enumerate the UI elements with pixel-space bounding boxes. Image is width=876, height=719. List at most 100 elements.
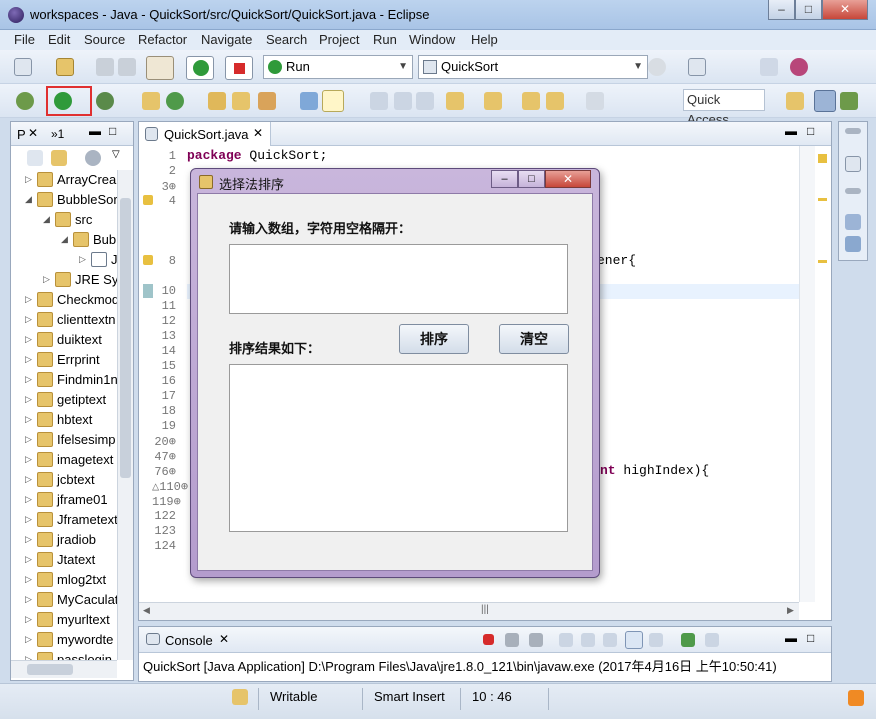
- show-whitespace-icon[interactable]: [394, 92, 412, 110]
- debug-bug-icon[interactable]: [16, 92, 34, 110]
- view-menu-icon[interactable]: [85, 150, 101, 166]
- close-icon[interactable]: ✕: [28, 126, 38, 140]
- menu-refactor[interactable]: Refactor: [138, 32, 187, 47]
- chevron-down-icon[interactable]: ▽: [112, 149, 120, 160]
- expand-arrow-icon[interactable]: ▷: [25, 374, 32, 385]
- link-editor-icon[interactable]: [51, 150, 67, 166]
- status-icon[interactable]: [232, 689, 248, 705]
- overflow-tab[interactable]: »1: [51, 127, 64, 141]
- editor-tab-quicksort[interactable]: QuickSort.java ✕: [139, 122, 271, 146]
- open-type-icon[interactable]: [208, 92, 226, 110]
- debug-perspective-icon[interactable]: [840, 92, 858, 110]
- menu-navigate[interactable]: Navigate: [201, 32, 252, 47]
- open-console-icon[interactable]: [681, 633, 695, 647]
- collapse-all-icon[interactable]: [27, 150, 43, 166]
- maximize-view-icon[interactable]: □: [807, 631, 814, 645]
- pin-icon[interactable]: [760, 58, 778, 76]
- menu-run[interactable]: Run: [373, 32, 397, 47]
- expand-arrow-icon[interactable]: ▷: [25, 314, 32, 325]
- rss-feed-icon[interactable]: [848, 690, 864, 706]
- paragraph-icon[interactable]: [416, 92, 434, 110]
- expand-arrow-icon[interactable]: ◢: [25, 194, 32, 205]
- quick-access-field[interactable]: Quick Access: [683, 89, 765, 127]
- expand-arrow-icon[interactable]: ◢: [43, 214, 50, 225]
- expand-arrow-icon[interactable]: ▷: [25, 174, 32, 185]
- console-menu-icon[interactable]: [705, 633, 719, 647]
- console-icon[interactable]: [688, 58, 706, 76]
- expand-arrow-icon[interactable]: ▷: [25, 554, 32, 565]
- open-perspective-icon[interactable]: [786, 92, 804, 110]
- highlight-pen-icon[interactable]: [322, 90, 344, 112]
- close-button[interactable]: ✕: [822, 0, 868, 20]
- new-java-package-icon[interactable]: [142, 92, 160, 110]
- run-history-icon[interactable]: [96, 92, 114, 110]
- expand-arrow-icon[interactable]: ▷: [25, 614, 32, 625]
- dialog-minimize-button[interactable]: –: [491, 170, 518, 188]
- menu-search[interactable]: Search: [266, 32, 307, 47]
- expand-arrow-icon[interactable]: ▷: [43, 274, 50, 285]
- scroll-lock-icon[interactable]: [581, 633, 595, 647]
- run-config-combo[interactable]: Run ▼: [263, 55, 413, 79]
- terminate-icon[interactable]: [225, 56, 253, 80]
- editor-vscrollbar[interactable]: [799, 146, 815, 602]
- clear-button[interactable]: 清空: [499, 324, 569, 354]
- forward-arrow-icon[interactable]: [586, 92, 604, 110]
- expand-arrow-icon[interactable]: ▷: [25, 474, 32, 485]
- task-list-icon[interactable]: [845, 156, 861, 172]
- next-annotation-icon[interactable]: [446, 92, 464, 110]
- remove-launch-icon[interactable]: [505, 633, 519, 647]
- menu-project[interactable]: Project: [319, 32, 359, 47]
- menu-window[interactable]: Window: [409, 32, 455, 47]
- code-line-76-fragment[interactable]: nt highIndex){: [600, 463, 709, 478]
- display-selected-icon[interactable]: [649, 633, 663, 647]
- settings-gear-icon[interactable]: [648, 58, 666, 76]
- menu-edit[interactable]: Edit: [48, 32, 70, 47]
- search-icon[interactable]: [258, 92, 276, 110]
- expand-arrow-icon[interactable]: ▷: [25, 594, 32, 605]
- new-package-icon[interactable]: [56, 58, 74, 76]
- minimize-view-icon[interactable]: ▬: [785, 631, 797, 645]
- new-class-icon[interactable]: [166, 92, 184, 110]
- editor-hscrollbar[interactable]: ||| ◀ ▶: [139, 602, 799, 620]
- sort-result-area[interactable]: [229, 364, 568, 532]
- code-line-8-fragment[interactable]: ener{: [597, 253, 636, 268]
- build-hammer-icon[interactable]: [146, 56, 174, 80]
- pin-console-icon[interactable]: [625, 631, 643, 649]
- project-combo[interactable]: QuickSort ▼: [418, 55, 648, 79]
- save-all-icon[interactable]: [118, 58, 136, 76]
- open-folder-icon[interactable]: [232, 92, 250, 110]
- menu-file[interactable]: File: [14, 32, 35, 47]
- expand-arrow-icon[interactable]: ▷: [25, 294, 32, 305]
- expand-arrow-icon[interactable]: ▷: [25, 334, 32, 345]
- explorer-scrollbar[interactable]: [117, 170, 133, 660]
- sort-button[interactable]: 排序: [399, 324, 469, 354]
- maximize-view-icon[interactable]: □: [807, 124, 814, 138]
- expand-arrow-icon[interactable]: ▷: [25, 354, 32, 365]
- menu-help[interactable]: Help: [471, 32, 498, 47]
- prev-annotation-icon[interactable]: [484, 92, 502, 110]
- expand-arrow-icon[interactable]: ▷: [25, 414, 32, 425]
- run-green-icon[interactable]: [54, 92, 72, 110]
- expand-arrow-icon[interactable]: ▷: [25, 394, 32, 405]
- code-line-1[interactable]: package QuickSort;: [187, 148, 327, 163]
- word-wrap-icon[interactable]: [603, 633, 617, 647]
- minimize-button[interactable]: –: [768, 0, 795, 20]
- minimize-view-icon[interactable]: ▬: [89, 124, 101, 138]
- save-icon[interactable]: [96, 58, 114, 76]
- explorer-hscrollbar[interactable]: [11, 660, 117, 678]
- new-icon[interactable]: [14, 58, 32, 76]
- package-explorer-tab[interactable]: P: [17, 127, 26, 142]
- expand-arrow-icon[interactable]: ▷: [25, 634, 32, 645]
- array-input-field[interactable]: [229, 244, 568, 314]
- maximize-view-icon[interactable]: □: [109, 124, 116, 138]
- expand-arrow-icon[interactable]: ▷: [25, 514, 32, 525]
- minimize-view-icon[interactable]: [845, 128, 861, 134]
- maximize-button[interactable]: □: [795, 0, 822, 20]
- block-select-icon[interactable]: [370, 92, 388, 110]
- expand-arrow-icon[interactable]: ▷: [25, 574, 32, 585]
- minimize-view-icon[interactable]: ▬: [785, 124, 797, 138]
- expand-arrow-icon[interactable]: ▷: [25, 454, 32, 465]
- expand-arrow-icon[interactable]: ▷: [25, 434, 32, 445]
- outline-icon[interactable]: [845, 214, 861, 230]
- hierarchy-icon[interactable]: [845, 236, 861, 252]
